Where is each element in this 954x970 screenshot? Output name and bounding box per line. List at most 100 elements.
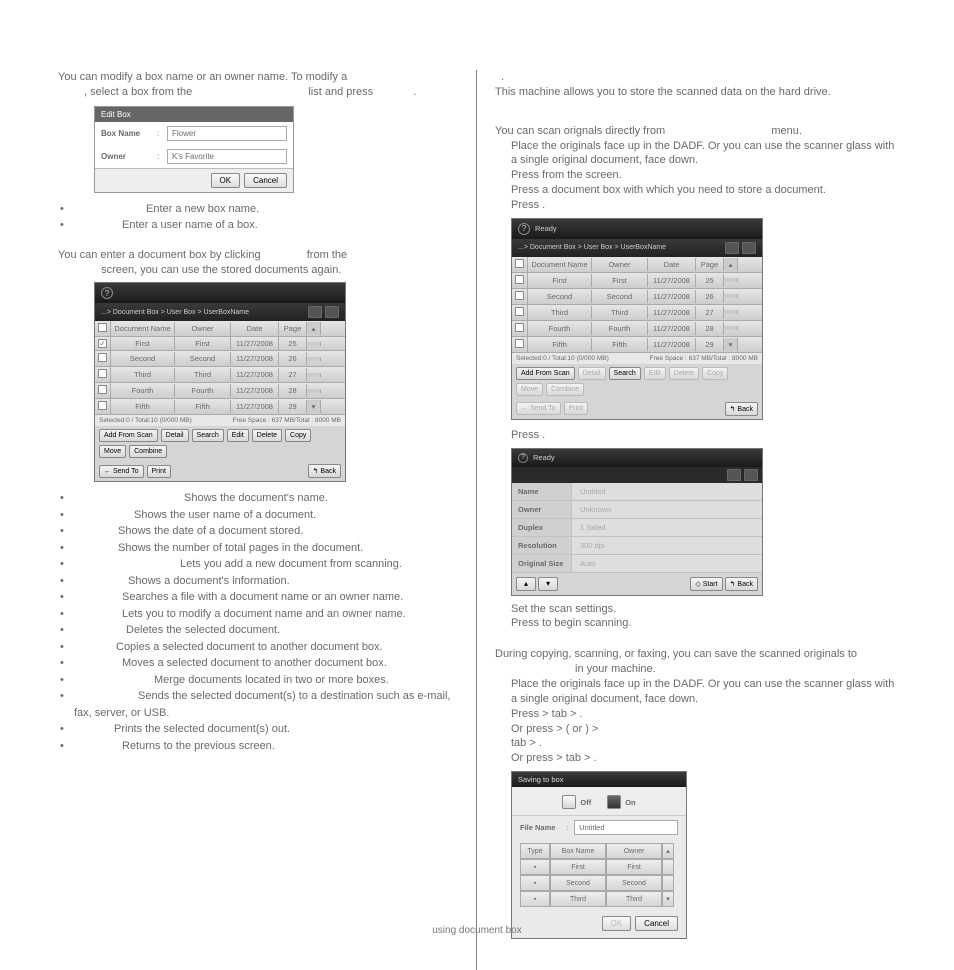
table-row[interactable]: ▪ThirdThird▾: [520, 891, 678, 907]
table-row[interactable]: FirstFirst11/27/200825: [95, 337, 345, 351]
copy-button[interactable]: Copy: [285, 429, 311, 442]
table-row[interactable]: ThirdThird11/27/200827: [512, 305, 762, 321]
scrollbar[interactable]: [307, 373, 321, 377]
column-header[interactable]: Page: [696, 258, 724, 271]
column-header[interactable]: Page: [279, 322, 307, 335]
scrollbar[interactable]: [307, 342, 321, 346]
edit-button[interactable]: Edit: [227, 429, 249, 442]
toolbar-icon[interactable]: [744, 469, 758, 481]
table-row[interactable]: SecondSecond11/27/200826: [512, 289, 762, 305]
scrollbar[interactable]: [307, 357, 321, 361]
column-header[interactable]: Document Name: [111, 322, 175, 335]
column-header: Owner: [606, 843, 662, 859]
down-arrow-button[interactable]: ▾: [538, 577, 558, 591]
table-row[interactable]: ▪SecondSecond: [520, 875, 678, 891]
settings-row[interactable]: Duplex1 Sided: [512, 519, 762, 537]
row-checkbox[interactable]: [98, 385, 107, 394]
back-button[interactable]: ↰ Back: [308, 464, 341, 478]
cancel-button[interactable]: Cancel: [244, 173, 287, 188]
row-checkbox[interactable]: [98, 401, 107, 410]
table-row[interactable]: FirstFirst11/27/200825: [512, 273, 762, 289]
off-toggle[interactable]: [562, 795, 576, 809]
row-checkbox[interactable]: [515, 291, 524, 300]
column-header[interactable]: Owner: [592, 258, 648, 271]
toolbar-icon[interactable]: [725, 242, 739, 254]
table-row[interactable]: FifthFifth11/27/200829▾: [512, 337, 762, 353]
cell-page: 28: [696, 322, 724, 335]
table-row[interactable]: SecondSecond11/27/200826: [95, 351, 345, 367]
owner-input[interactable]: K's Favorite: [167, 149, 287, 164]
scroll-up-icon[interactable]: ▴: [662, 843, 674, 859]
column-header[interactable]: Date: [648, 258, 696, 271]
scrollbar[interactable]: [662, 859, 674, 875]
scrollbar[interactable]: ▾: [307, 400, 321, 413]
scrollbar[interactable]: ▾: [724, 338, 738, 351]
select-all-checkbox[interactable]: [515, 259, 524, 268]
combine-button[interactable]: Combine: [129, 445, 167, 458]
settings-row[interactable]: OwnerUnknown: [512, 501, 762, 519]
column-header[interactable]: Owner: [175, 322, 231, 335]
list-item: Or press > tab > .: [511, 751, 895, 766]
row-checkbox[interactable]: [98, 369, 107, 378]
search-button[interactable]: Search: [192, 429, 224, 442]
detail-button: Detail: [578, 367, 606, 380]
scrollbar[interactable]: [724, 278, 738, 282]
cell-page: 29: [279, 400, 307, 413]
back-button[interactable]: ↰ Back: [725, 577, 758, 591]
list-item: Press .: [495, 428, 895, 443]
on-toggle[interactable]: [607, 795, 621, 809]
settings-row[interactable]: Resolution300 dpi: [512, 537, 762, 555]
detail-button[interactable]: Detail: [161, 429, 189, 442]
filename-input[interactable]: Untitled: [574, 820, 678, 835]
back-button[interactable]: ↰ Back: [725, 402, 758, 416]
print-button[interactable]: Print: [147, 465, 171, 478]
move-button[interactable]: Move: [99, 445, 126, 458]
send-to-button[interactable]: ← Send To: [99, 465, 144, 478]
scrollbar[interactable]: [724, 310, 738, 314]
add-from-scan-button[interactable]: Add From Scan: [99, 429, 158, 442]
scroll-up-icon[interactable]: ▴: [307, 322, 321, 335]
edit-button: Edit: [644, 367, 666, 380]
box-name-input[interactable]: Flower: [167, 126, 287, 141]
list-item: Copies a selected document to another do…: [60, 639, 458, 656]
toolbar-icon[interactable]: [742, 242, 756, 254]
scrollbar[interactable]: [724, 326, 738, 330]
list-item: Or press > ( or ) >: [511, 722, 895, 737]
delete-button[interactable]: Delete: [252, 429, 282, 442]
table-row[interactable]: ▪FirstFirst: [520, 859, 678, 875]
search-button[interactable]: Search: [609, 367, 641, 380]
table-row[interactable]: ThirdThird11/27/200827: [95, 367, 345, 383]
toolbar-icon[interactable]: [727, 469, 741, 481]
column-header[interactable]: Document Name: [528, 258, 592, 271]
column-header: Type: [520, 843, 550, 859]
row-checkbox[interactable]: [98, 353, 107, 362]
row-checkbox[interactable]: [515, 323, 524, 332]
scrollbar[interactable]: [724, 294, 738, 298]
column-header[interactable]: Date: [231, 322, 279, 335]
scrollbar[interactable]: [662, 875, 674, 891]
cell-name: First: [111, 337, 175, 350]
toolbar-icon[interactable]: [308, 306, 322, 318]
scrollbar[interactable]: [307, 389, 321, 393]
scrollbar[interactable]: ▾: [662, 891, 674, 907]
help-icon[interactable]: ?: [518, 453, 528, 463]
add-from-scan-button[interactable]: Add From Scan: [516, 367, 575, 380]
table-row[interactable]: FifthFifth11/27/200829▾: [95, 399, 345, 415]
settings-row[interactable]: NameUntitled: [512, 483, 762, 501]
row-checkbox[interactable]: [515, 339, 524, 348]
table-row[interactable]: FourthFourth11/27/200828: [512, 321, 762, 337]
row-checkbox[interactable]: [98, 339, 107, 348]
help-icon[interactable]: ?: [101, 287, 113, 299]
toolbar-icon[interactable]: [325, 306, 339, 318]
row-checkbox[interactable]: [515, 275, 524, 284]
start-button[interactable]: ◇ Start: [690, 577, 722, 591]
send-to-button: ← Send To: [516, 402, 561, 415]
select-all-checkbox[interactable]: [98, 323, 107, 332]
table-row[interactable]: FourthFourth11/27/200828: [95, 383, 345, 399]
settings-row[interactable]: Original SizeAuto: [512, 555, 762, 573]
cell-owner: First: [606, 859, 662, 875]
help-icon[interactable]: ?: [518, 223, 530, 235]
ok-button[interactable]: OK: [211, 173, 241, 188]
scroll-up-icon[interactable]: ▴: [724, 258, 738, 271]
row-checkbox[interactable]: [515, 307, 524, 316]
